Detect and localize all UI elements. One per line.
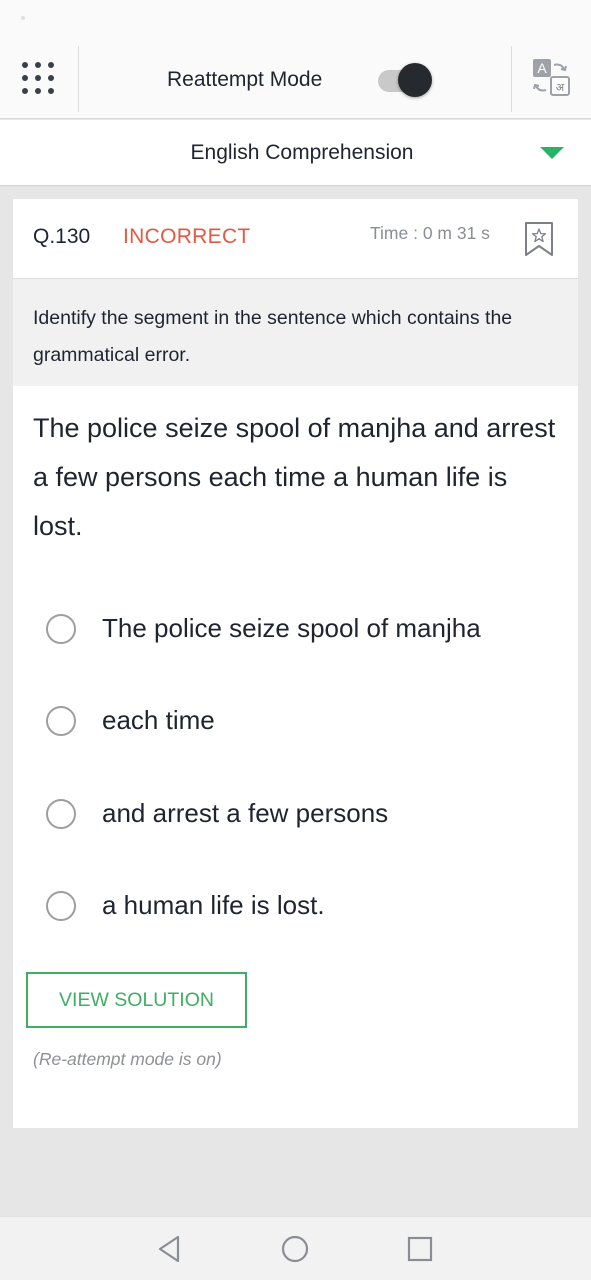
divider [78,46,79,112]
answer-status-badge: INCORRECT [123,225,251,248]
option-4[interactable]: a human life is lost. [46,881,566,931]
reattempt-mode-toggle[interactable] [378,63,434,99]
status-indicator-icon [21,16,25,20]
bookmark-icon[interactable] [524,221,554,257]
radio-button[interactable] [46,614,76,644]
radio-button[interactable] [46,799,76,829]
option-label: and arrest a few persons [102,798,389,828]
grid-menu-icon[interactable] [22,62,58,98]
question-card: Q.130 INCORRECT Time : 0 m 31 s Identify… [13,199,578,1128]
option-2[interactable]: each time [46,696,566,746]
question-header: Q.130 INCORRECT Time : 0 m 31 s [13,199,578,279]
dropdown-arrow-icon[interactable] [540,147,564,159]
translate-glyph-a: A [537,60,547,76]
top-bar: Reattempt Mode A अ [0,40,591,119]
question-instruction: Identify the segment in the sentence whi… [13,279,578,386]
option-label: a human life is lost. [102,890,325,920]
radio-button[interactable] [46,706,76,736]
toggle-knob [398,63,432,97]
option-1[interactable]: The police seize spool of manjha [46,604,566,654]
reattempt-mode-label: Reattempt Mode [167,68,323,91]
back-icon[interactable] [152,1231,188,1267]
recent-apps-icon[interactable] [402,1231,438,1267]
option-label: each time [102,705,215,735]
option-3[interactable]: and arrest a few persons [46,789,566,839]
subject-label: English Comprehension [190,141,414,164]
translate-glyph-hindi: अ [556,81,565,94]
home-icon[interactable] [277,1231,313,1267]
time-taken: Time : 0 m 31 s [370,223,490,243]
translate-icon[interactable]: A अ [528,58,574,102]
view-solution-button[interactable]: VIEW SOLUTION [26,972,247,1028]
subject-selector[interactable]: English Comprehension [0,120,591,186]
system-navigation-bar [0,1216,591,1280]
option-label: The police seize spool of manjha [102,613,481,643]
question-number: Q.130 [33,225,91,248]
divider [511,46,512,112]
radio-button[interactable] [46,891,76,921]
question-text: The police seize spool of manjha and arr… [33,413,556,541]
reattempt-note: (Re-attempt mode is on) [33,1049,222,1069]
status-bar [0,0,591,40]
